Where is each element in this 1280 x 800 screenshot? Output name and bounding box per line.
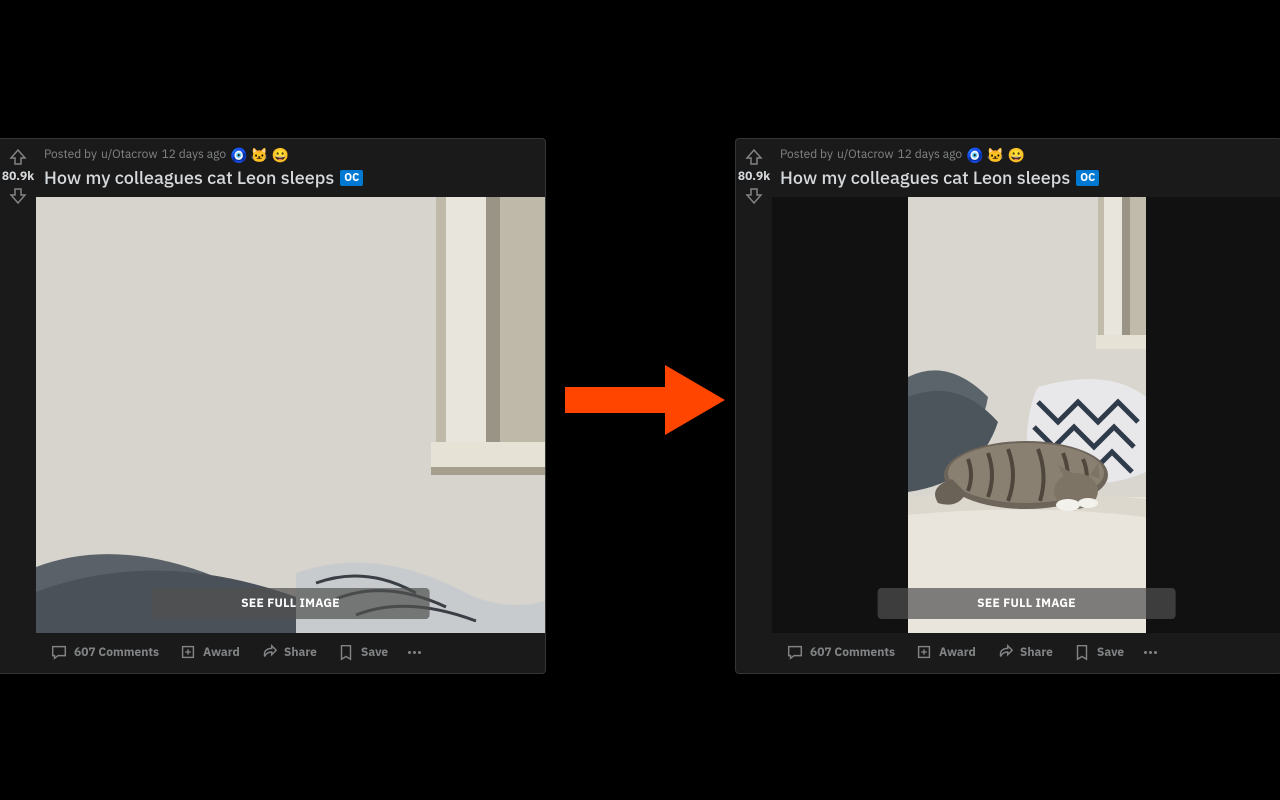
- award-label: Award: [939, 645, 976, 660]
- post-meta: Posted by u/Otacrow 12 days ago 🧿 🐱 😀: [36, 139, 545, 162]
- more-button[interactable]: [400, 645, 429, 660]
- award-icon: [915, 643, 933, 661]
- share-icon: [996, 643, 1014, 661]
- post-title-text: How my colleagues cat Leon sleeps: [44, 166, 334, 189]
- posted-by-label: Posted by: [780, 147, 833, 162]
- transition-arrow-icon: [565, 365, 725, 435]
- save-label: Save: [1097, 645, 1124, 660]
- awards-row[interactable]: 🧿 🐱 😀: [966, 148, 1025, 162]
- bookmark-icon: [337, 643, 355, 661]
- oc-badge: OC: [1076, 170, 1099, 186]
- post-title[interactable]: How my colleagues cat Leon sleeps OC: [36, 162, 545, 197]
- see-full-image-button[interactable]: SEE FULL IMAGE: [151, 588, 430, 619]
- post-media-full[interactable]: SEE FULL IMAGE: [772, 197, 1280, 633]
- vote-column: 80.9k: [0, 139, 36, 673]
- post-meta: Posted by u/Otacrow 12 days ago 🧿 🐱 😀: [772, 139, 1280, 162]
- posted-by-label: Posted by: [44, 147, 97, 162]
- post-age: 12 days ago: [898, 147, 963, 162]
- downvote-icon[interactable]: [8, 186, 28, 206]
- post-action-bar: 607 Comments Award Share Save: [36, 633, 545, 673]
- comments-label: 607 Comments: [74, 645, 159, 660]
- award-label: Award: [203, 645, 240, 660]
- share-button[interactable]: Share: [252, 637, 325, 667]
- vote-score: 80.9k: [2, 169, 34, 184]
- downvote-icon[interactable]: [744, 186, 764, 206]
- save-button[interactable]: Save: [1065, 637, 1132, 667]
- share-label: Share: [284, 645, 317, 660]
- reddit-post-card-before: 80.9k Posted by u/Otacrow 12 days ago 🧿 …: [0, 138, 546, 674]
- bookmark-icon: [1073, 643, 1091, 661]
- post-title[interactable]: How my colleagues cat Leon sleeps OC: [772, 162, 1280, 197]
- share-button[interactable]: Share: [988, 637, 1061, 667]
- vote-column: 80.9k: [736, 139, 772, 673]
- vote-score: 80.9k: [738, 169, 770, 184]
- comments-label: 607 Comments: [810, 645, 895, 660]
- comments-button[interactable]: 607 Comments: [778, 637, 903, 667]
- more-button[interactable]: [1136, 645, 1165, 660]
- post-age: 12 days ago: [162, 147, 227, 162]
- share-label: Share: [1020, 645, 1053, 660]
- awards-row[interactable]: 🧿 🐱 😀: [230, 148, 289, 162]
- author-link[interactable]: u/Otacrow: [101, 147, 158, 162]
- save-button[interactable]: Save: [329, 637, 396, 667]
- award-button[interactable]: Award: [171, 637, 248, 667]
- save-label: Save: [361, 645, 388, 660]
- post-action-bar: 607 Comments Award Share Save: [772, 633, 1280, 673]
- upvote-icon[interactable]: [744, 147, 764, 167]
- upvote-icon[interactable]: [8, 147, 28, 167]
- award-icon: [179, 643, 197, 661]
- comment-icon: [786, 643, 804, 661]
- post-title-text: How my colleagues cat Leon sleeps: [780, 166, 1070, 189]
- share-icon: [260, 643, 278, 661]
- award-button[interactable]: Award: [907, 637, 984, 667]
- oc-badge: OC: [340, 170, 363, 186]
- comment-icon: [50, 643, 68, 661]
- reddit-post-card-after: 80.9k Posted by u/Otacrow 12 days ago 🧿 …: [735, 138, 1280, 674]
- see-full-image-button[interactable]: SEE FULL IMAGE: [877, 588, 1176, 619]
- post-media-cropped[interactable]: SEE FULL IMAGE: [36, 197, 545, 633]
- author-link[interactable]: u/Otacrow: [837, 147, 894, 162]
- comments-button[interactable]: 607 Comments: [42, 637, 167, 667]
